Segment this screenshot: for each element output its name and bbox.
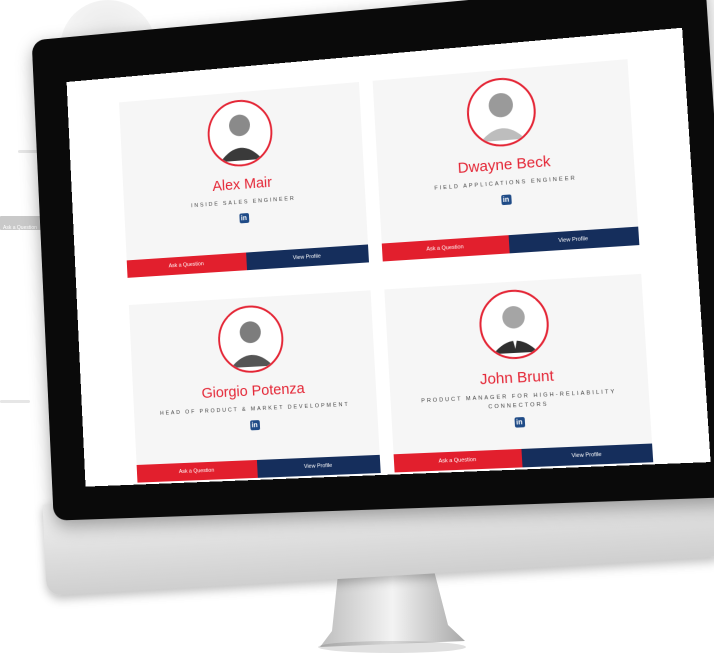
profile-name: Dwayne Beck xyxy=(457,152,552,177)
avatar xyxy=(205,97,274,169)
view-profile-button[interactable]: View Profile xyxy=(520,443,654,468)
profile-name: Alex Mair xyxy=(212,173,273,195)
linkedin-icon[interactable]: in xyxy=(249,420,260,431)
background-ask-button: Ask a Question xyxy=(0,216,42,231)
ask-question-button[interactable]: Ask a Question xyxy=(381,235,510,262)
profile-role: INSIDE SALES ENGINEER xyxy=(190,195,296,210)
profile-name: John Brunt xyxy=(479,367,555,389)
profile-actions: Ask a Question View Profile xyxy=(126,244,369,278)
profile-card: Alex Mair INSIDE SALES ENGINEER in Ask a… xyxy=(119,81,369,278)
avatar xyxy=(216,303,285,375)
linkedin-icon[interactable]: in xyxy=(500,194,512,206)
profile-name: Giorgio Potenza xyxy=(201,380,306,402)
profile-actions: Ask a Question View Profile xyxy=(381,226,640,262)
background-ask-label: Ask a Question xyxy=(3,225,37,231)
view-profile-button[interactable]: View Profile xyxy=(256,454,381,478)
linkedin-icon[interactable]: in xyxy=(238,212,249,224)
person-photo-icon xyxy=(219,113,262,163)
view-profile-button[interactable]: View Profile xyxy=(508,226,640,254)
person-photo-icon xyxy=(492,305,538,355)
monitor-screen: Alex Mair INSIDE SALES ENGINEER in Ask a… xyxy=(66,27,711,487)
avatar xyxy=(476,287,551,361)
person-photo-icon xyxy=(229,320,273,368)
ask-question-button[interactable]: Ask a Question xyxy=(393,448,523,473)
view-profile-button[interactable]: View Profile xyxy=(245,244,369,271)
profile-card: Giorgio Potenza HEAD OF PRODUCT & MARKET… xyxy=(128,290,381,483)
profile-role: PRODUCT MANAGER FOR HIGH-RELIABILITY CON… xyxy=(421,388,617,411)
profile-card: John Brunt PRODUCT MANAGER FOR HIGH-RELI… xyxy=(384,273,654,473)
profile-role: FIELD APPLICATIONS ENGINEER xyxy=(434,175,577,192)
profile-card: Dwayne Beck FIELD APPLICATIONS ENGINEER … xyxy=(372,59,640,262)
background-text-line xyxy=(0,400,30,403)
profile-role: HEAD OF PRODUCT & MARKET DEVELOPMENT xyxy=(159,401,350,417)
profile-grid: Alex Mair INSIDE SALES ENGINEER in Ask a… xyxy=(119,59,654,483)
avatar xyxy=(464,75,538,150)
ask-question-button[interactable]: Ask a Question xyxy=(136,459,258,483)
linkedin-icon[interactable]: in xyxy=(513,417,525,428)
person-photo-icon xyxy=(479,92,525,143)
ask-question-button[interactable]: Ask a Question xyxy=(126,252,247,278)
